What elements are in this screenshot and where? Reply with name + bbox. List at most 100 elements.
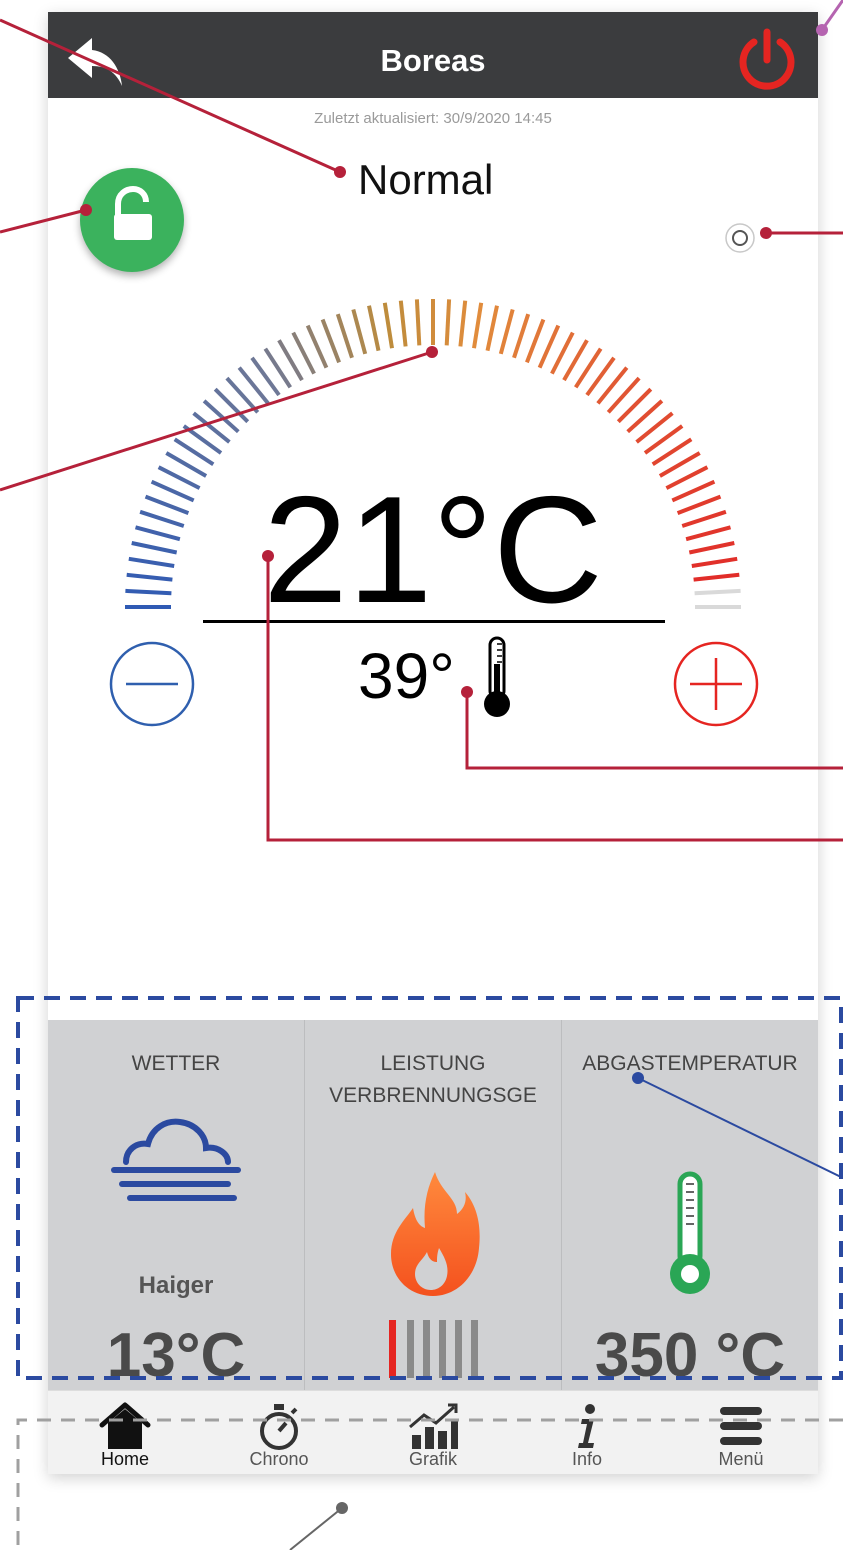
gauge-tick — [150, 479, 195, 503]
weather-location: Haiger — [138, 1272, 214, 1299]
nav-item-chrono[interactable]: Chrono — [202, 1391, 356, 1474]
nav-item-grafik[interactable]: Grafik — [356, 1391, 510, 1474]
app-screen: Boreas Zuletzt aktualisiert: 30/9/2020 1… — [48, 12, 818, 1474]
power-icon — [739, 28, 795, 90]
gauge-tick — [458, 300, 468, 347]
radio-icon — [725, 223, 755, 253]
gauge-tick — [237, 366, 270, 405]
thermometer-icon — [670, 1171, 710, 1294]
gauge-tick — [681, 509, 727, 528]
nav-label: Grafik — [408, 1449, 457, 1469]
nav-item-home[interactable]: Home — [48, 1391, 202, 1474]
nav-label: Menü — [718, 1449, 764, 1469]
tile-subtitle: VERBRENNUNGSGE — [329, 1084, 537, 1107]
tile-title: ABGASTEMPERATUR — [582, 1052, 798, 1075]
gauge-tick — [485, 305, 499, 352]
gauge-tick — [291, 331, 316, 375]
gauge-tick — [498, 308, 515, 355]
nav-label: Home — [100, 1449, 149, 1469]
gauge-tick — [134, 525, 181, 542]
weather-tile[interactable]: WETTER Haiger 13°C — [48, 1020, 305, 1390]
decrease-temperature-button[interactable] — [108, 640, 196, 728]
gauge-tick — [635, 411, 674, 444]
gauge-tick — [125, 588, 172, 596]
gauge-tick — [472, 302, 484, 349]
room-thermometer-icon — [484, 636, 510, 717]
nav-item-info[interactable]: Info — [510, 1391, 664, 1474]
gauge-tick — [139, 509, 185, 528]
tile-title: LEISTUNG — [380, 1052, 486, 1075]
bottom-navigation: Home Chrono Grafik Info Menü — [48, 1390, 818, 1474]
exhaust-temperature-value: 350 °C — [594, 1321, 786, 1390]
power-tile[interactable]: LEISTUNG VERBRENNUNGSGE — [305, 1020, 562, 1390]
power-button[interactable] — [734, 26, 800, 92]
gauge-tick — [691, 556, 738, 568]
fog-cloud-icon — [111, 1118, 241, 1201]
gauge-tick — [382, 302, 394, 349]
gauge-tick — [685, 525, 732, 542]
last-updated-text: Zuletzt aktualisiert: 30/9/2020 14:45 — [314, 110, 552, 127]
nav-label: Chrono — [249, 1449, 309, 1469]
gauge-tick — [225, 376, 260, 414]
app-title: Boreas — [380, 43, 486, 78]
gauge-tick — [688, 541, 735, 555]
gauge-tick — [693, 572, 740, 582]
mode-label: Normal — [358, 156, 494, 203]
flame-icon — [391, 1172, 480, 1296]
app-bar: Boreas — [48, 12, 818, 98]
gauge-tick — [131, 541, 178, 555]
gauge-tick — [550, 331, 575, 375]
gauge-tick — [277, 339, 304, 382]
mode-radio-button[interactable] — [724, 222, 756, 254]
gauge-tick — [626, 399, 664, 434]
info-icon — [578, 1404, 595, 1448]
menu-icon — [720, 1407, 762, 1445]
increase-temperature-button[interactable] — [672, 640, 760, 728]
gauge-tick — [263, 347, 292, 389]
setpoint-temperature: 21°C — [263, 465, 603, 635]
gauge-tick — [128, 556, 175, 568]
gauge-tick — [671, 479, 716, 503]
power-level-bars — [389, 1320, 478, 1378]
gauge-tick — [173, 437, 215, 466]
stopwatch-icon — [260, 1404, 298, 1450]
unlocked-padlock-icon — [114, 185, 152, 240]
nav-item-menu[interactable]: Menü — [664, 1391, 818, 1474]
minus-icon — [109, 641, 195, 727]
current-temperature: 39° — [358, 640, 455, 712]
outdoor-temperature: 13°C — [106, 1321, 246, 1390]
gauge-tick — [537, 324, 561, 369]
gauge-tick — [444, 299, 452, 346]
gauge-tick — [305, 324, 329, 369]
annotation-line-nav — [289, 1507, 343, 1550]
gauge-tick — [606, 376, 641, 414]
gauge-tick — [367, 305, 381, 352]
gauge-tick — [126, 572, 173, 582]
annotation-line-power — [820, 0, 843, 31]
gauge-tick — [250, 356, 281, 397]
gauge-tick — [676, 494, 722, 515]
gauge-tick — [414, 299, 422, 346]
gauge-tick — [157, 465, 201, 490]
gauge-tick — [574, 347, 603, 389]
gauge-tick — [351, 308, 368, 355]
gauge-tick — [182, 424, 223, 455]
nav-label: Info — [571, 1449, 603, 1469]
exhaust-temperature-tile[interactable]: ABGASTEMPERATUR 350 °C — [562, 1020, 818, 1390]
info-tiles: WETTER Haiger 13°C LEISTUNG VERBRENNUNGS… — [48, 1020, 818, 1390]
gauge-tick — [651, 437, 693, 466]
plus-icon — [673, 641, 759, 727]
gauge-tick — [398, 300, 408, 347]
temperature-divider — [203, 620, 665, 623]
gauge-tick — [512, 313, 531, 359]
gauge-tick — [525, 318, 546, 364]
lock-button[interactable] — [80, 168, 184, 272]
gauge-tick — [202, 399, 240, 434]
gauge-tick — [213, 387, 250, 424]
gauge-tick — [562, 339, 589, 382]
gauge-tick — [616, 387, 653, 424]
gauge-tick — [643, 424, 684, 455]
gauge-tick — [335, 313, 354, 359]
home-icon — [99, 1402, 151, 1449]
gauge-tick — [665, 465, 709, 490]
